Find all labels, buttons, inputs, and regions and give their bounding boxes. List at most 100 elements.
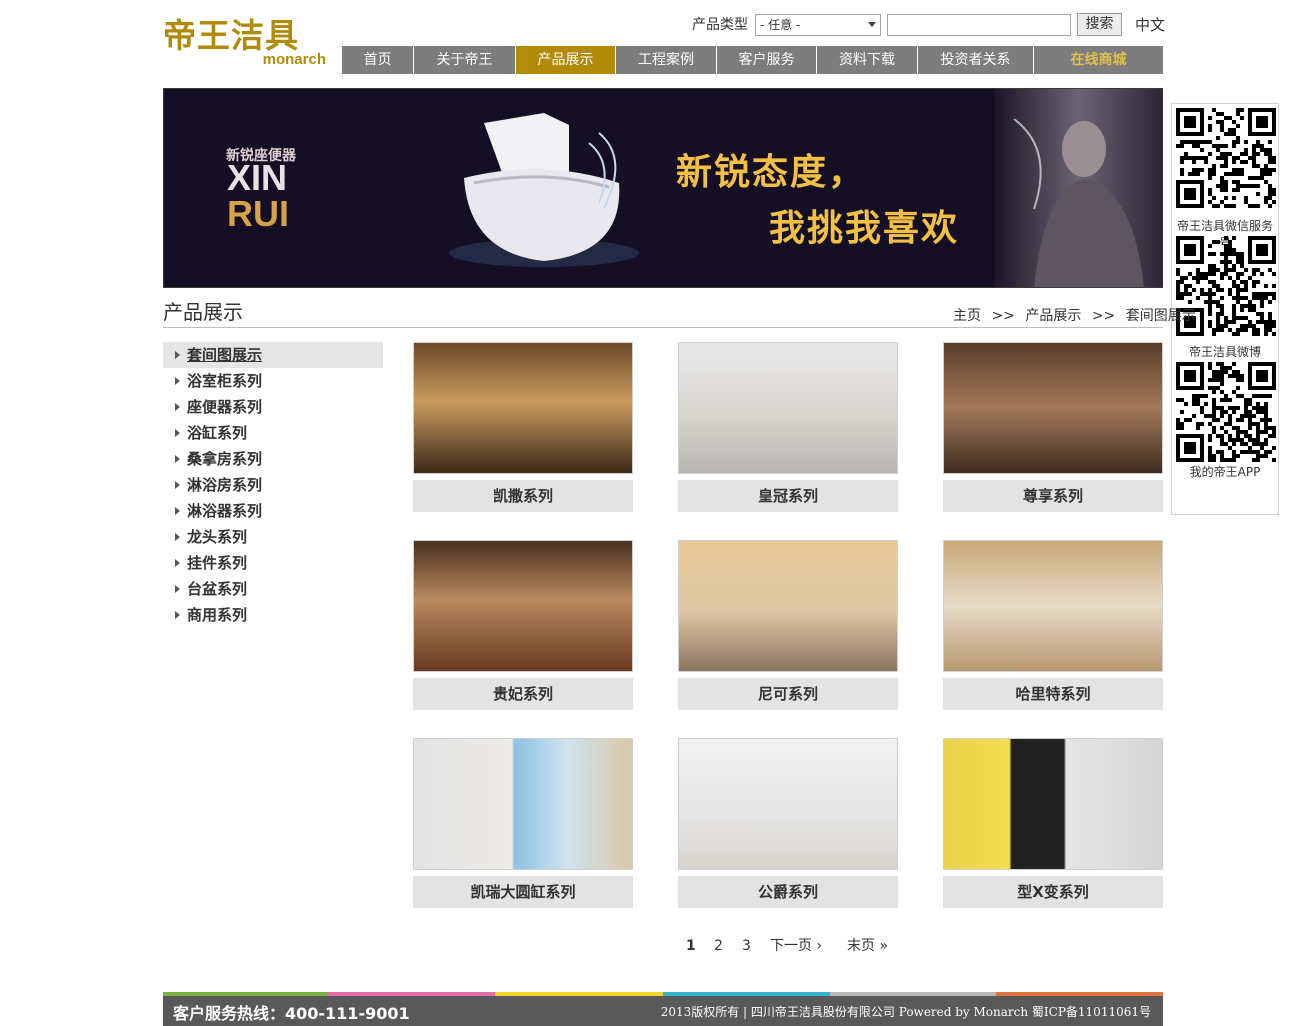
triangle-right-icon <box>175 559 180 567</box>
product-card[interactable]: 型X变系列 <box>943 738 1163 908</box>
triangle-right-icon <box>175 377 180 385</box>
product-card[interactable]: 公爵系列 <box>678 738 898 908</box>
copyright-text: 2013版权所有 | 四川帝王洁具股份有限公司 Powered by Monar… <box>660 1005 1151 1019</box>
sidebar-item-commercial[interactable]: 商用系列 <box>163 602 383 628</box>
sidebar-item-label: 淋浴器系列 <box>187 502 263 520</box>
sidebar-item-suite[interactable]: 套间图展示 <box>163 342 383 368</box>
banner-word-rui: RUI <box>227 193 289 234</box>
language-link[interactable]: 中文 <box>1135 15 1165 35</box>
product-image[interactable] <box>413 342 633 474</box>
sidebar-item-faucets[interactable]: 龙头系列 <box>163 524 383 550</box>
search-button[interactable]: 搜索 <box>1077 13 1122 36</box>
sidebar-item-label: 挂件系列 <box>187 554 248 572</box>
product-type-select[interactable]: - 任意 - <box>755 14 881 36</box>
sidebar-item-label: 浴缸系列 <box>187 424 248 442</box>
nav-investors[interactable]: 投资者关系 <box>918 46 1034 74</box>
product-image[interactable] <box>678 738 898 870</box>
sidebar-item-toilets[interactable]: 座便器系列 <box>163 394 383 420</box>
page-title: 产品展示 <box>163 300 243 324</box>
sidebar-item-label: 商用系列 <box>187 606 248 624</box>
product-image[interactable] <box>943 738 1163 870</box>
product-image[interactable] <box>413 738 633 870</box>
next-page-link[interactable]: 下一页 › <box>770 935 822 957</box>
triangle-right-icon <box>175 533 180 541</box>
nav-home[interactable]: 首页 <box>342 46 414 74</box>
footer-stripe <box>830 992 996 996</box>
page-1[interactable]: 1 <box>686 935 696 957</box>
nav-about[interactable]: 关于帝王 <box>414 46 516 74</box>
sidebar-item-bathtubs[interactable]: 浴缸系列 <box>163 420 383 446</box>
product-type-label: 产品类型 <box>692 17 748 33</box>
product-name[interactable]: 尊享系列 <box>943 480 1163 512</box>
sidebar-item-label: 台盆系列 <box>187 580 248 598</box>
product-type-value: - 任意 - <box>760 18 801 32</box>
product-name[interactable]: 尼可系列 <box>678 678 898 710</box>
banner-slogan-2: 我挑我喜欢 <box>769 208 960 249</box>
product-card[interactable]: 哈里特系列 <box>943 540 1163 710</box>
page-3[interactable]: 3 <box>742 935 751 957</box>
product-name[interactable]: 凯瑞大圆缸系列 <box>413 876 633 908</box>
product-card[interactable]: 凯撒系列 <box>413 342 633 512</box>
triangle-right-icon <box>175 351 180 359</box>
logo-chinese: 帝王洁具 <box>163 16 299 55</box>
footer-stripe <box>328 992 495 996</box>
product-name[interactable]: 凯撒系列 <box>413 480 633 512</box>
sidebar-item-shower-rooms[interactable]: 淋浴房系列 <box>163 472 383 498</box>
breadcrumb-separator: >> <box>1091 308 1116 324</box>
sidebar-item-label: 套间图展示 <box>187 346 263 364</box>
footer: 客户服务热线：400-111-9001 2013版权所有 | 四川帝王洁具股份有… <box>163 992 1163 1026</box>
triangle-right-icon <box>175 585 180 593</box>
product-card[interactable]: 凯瑞大圆缸系列 <box>413 738 633 908</box>
page-2[interactable]: 2 <box>714 935 723 957</box>
sidebar-item-label: 淋浴房系列 <box>187 476 263 494</box>
product-card[interactable]: 尊享系列 <box>943 342 1163 512</box>
nav-online-shop[interactable]: 在线商城 <box>1034 46 1163 74</box>
footer-stripe <box>996 992 1163 996</box>
brand-logo[interactable]: 帝王洁具 monarch <box>163 18 328 70</box>
nav-products[interactable]: 产品展示 <box>516 46 616 74</box>
banner-word-xin: XIN <box>227 157 288 198</box>
product-name[interactable]: 贵妃系列 <box>413 678 633 710</box>
footer-stripe <box>163 992 328 996</box>
product-name[interactable]: 皇冠系列 <box>678 480 898 512</box>
product-image[interactable] <box>943 540 1163 672</box>
sidebar-item-label: 龙头系列 <box>187 528 248 546</box>
chevron-down-icon <box>868 22 876 27</box>
hero-banner[interactable]: 新锐座便器 XIN RUI 新锐态度， 我挑我喜欢 <box>163 88 1163 288</box>
qr-caption-app: 我的帝王APP <box>1189 465 1261 479</box>
model-image <box>1013 118 1144 287</box>
breadcrumb-home[interactable]: 主页 <box>953 308 981 324</box>
title-divider <box>163 327 1163 328</box>
breadcrumb-products[interactable]: 产品展示 <box>1025 308 1081 324</box>
qr-code-wechat <box>1176 108 1276 208</box>
product-name[interactable]: 哈里特系列 <box>943 678 1163 710</box>
triangle-right-icon <box>175 403 180 411</box>
product-card[interactable]: 皇冠系列 <box>678 342 898 512</box>
nav-downloads[interactable]: 资料下载 <box>817 46 918 74</box>
sidebar-item-label: 座便器系列 <box>187 398 263 416</box>
sidebar-item-basins[interactable]: 台盆系列 <box>163 576 383 602</box>
category-sidebar: 套间图展示 浴室柜系列 座便器系列 浴缸系列 桑拿房系列 淋浴房系列 淋浴器系列… <box>163 342 383 628</box>
product-image[interactable] <box>943 342 1163 474</box>
search-input[interactable] <box>887 14 1071 36</box>
triangle-right-icon <box>175 507 180 515</box>
logo-english: monarch <box>262 51 326 68</box>
product-card[interactable]: 尼可系列 <box>678 540 898 710</box>
qr-caption-weibo: 帝王洁具微博 <box>1188 345 1261 359</box>
breadcrumb-current[interactable]: 套间图展示 <box>1126 308 1196 324</box>
nav-projects[interactable]: 工程案例 <box>616 46 717 74</box>
sidebar-item-sauna[interactable]: 桑拿房系列 <box>163 446 383 472</box>
sidebar-item-label: 桑拿房系列 <box>187 450 263 468</box>
triangle-right-icon <box>175 611 180 619</box>
sidebar-item-showers[interactable]: 淋浴器系列 <box>163 498 383 524</box>
product-card[interactable]: 贵妃系列 <box>413 540 633 710</box>
product-image[interactable] <box>678 540 898 672</box>
sidebar-item-cabinets[interactable]: 浴室柜系列 <box>163 368 383 394</box>
product-name[interactable]: 型X变系列 <box>943 876 1163 908</box>
product-name[interactable]: 公爵系列 <box>678 876 898 908</box>
last-page-link[interactable]: 末页 » <box>847 935 888 957</box>
nav-service[interactable]: 客户服务 <box>717 46 817 74</box>
sidebar-item-accessories[interactable]: 挂件系列 <box>163 550 383 576</box>
product-image[interactable] <box>678 342 898 474</box>
product-image[interactable] <box>413 540 633 672</box>
